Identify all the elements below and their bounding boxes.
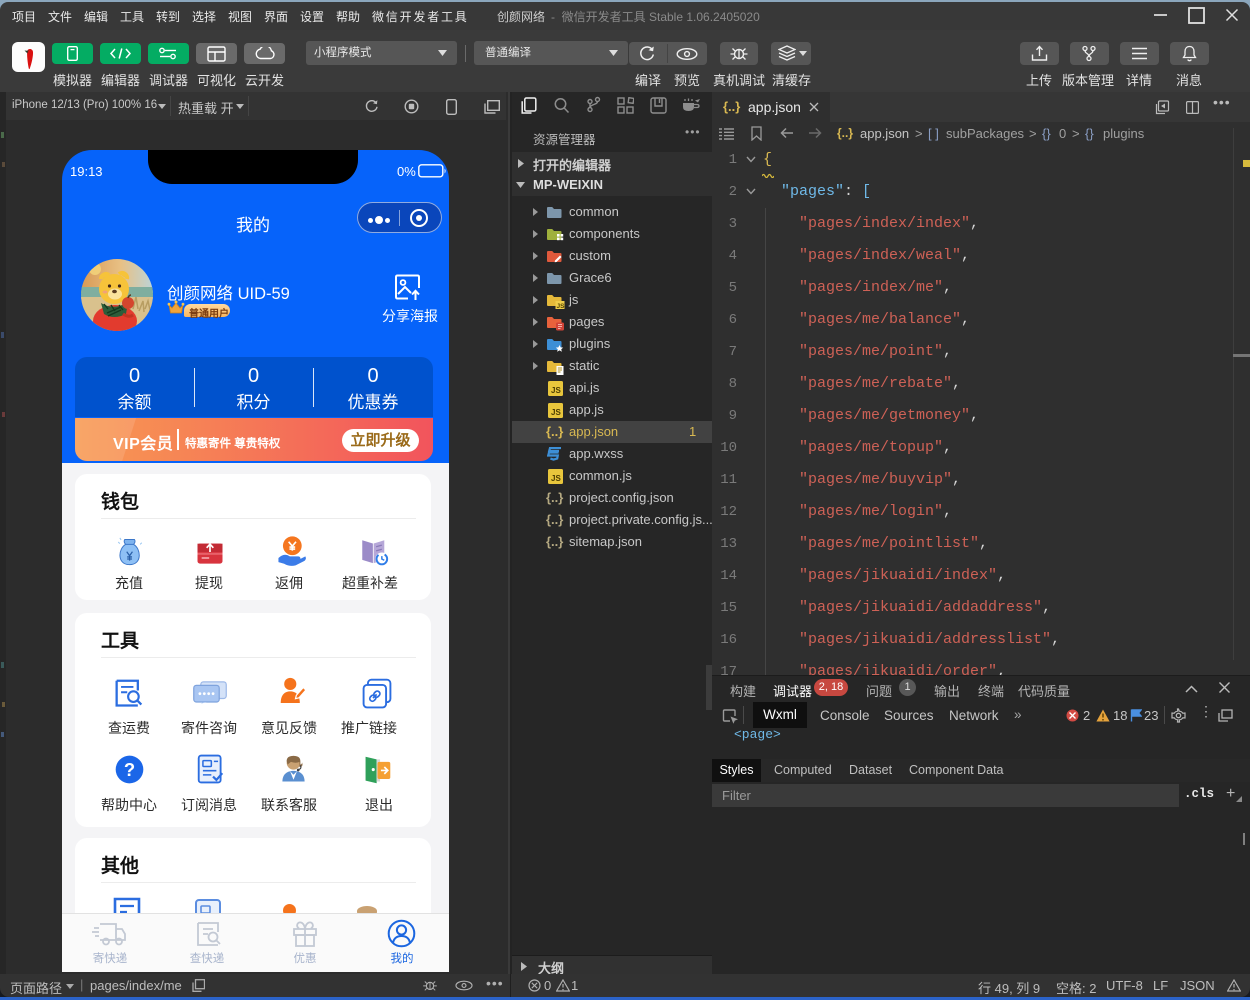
svg-text:JS: JS <box>551 408 561 417</box>
svg-text:JS: JS <box>551 474 561 483</box>
svg-text:JS: JS <box>557 303 566 309</box>
svg-text:?: ? <box>124 759 135 780</box>
svg-text:JS: JS <box>551 386 561 395</box>
